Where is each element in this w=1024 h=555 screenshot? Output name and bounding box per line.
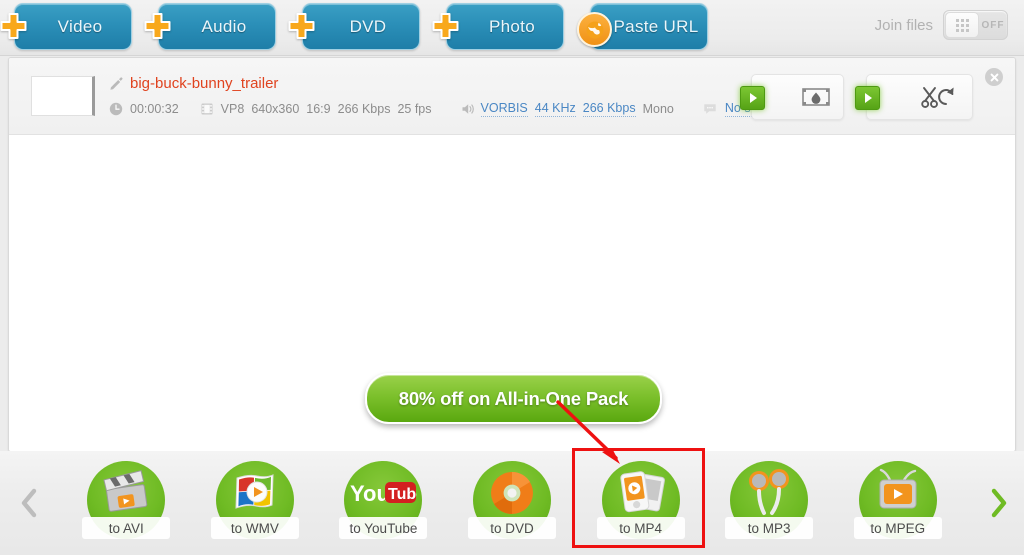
format-bar: to AVI to WMV You Tub to YouTube to DVD … — [0, 448, 1024, 555]
youtube-icon: You Tube — [345, 463, 421, 523]
windows-media-icon — [217, 463, 293, 523]
tv-icon — [860, 463, 936, 523]
add-media-button-group: Video Audio DVD Photo Paste URL — [0, 3, 708, 50]
format-item-mpeg[interactable]: to MPEG — [833, 457, 962, 549]
duration-value: 00:00:32 — [130, 102, 179, 116]
audio-bitrate-link[interactable]: 266 Kbps — [582, 101, 636, 117]
play-icon[interactable] — [740, 86, 765, 110]
disc-icon — [474, 463, 550, 523]
join-files-state: OFF — [981, 19, 1005, 31]
audio-rate-link[interactable]: 44 KHz — [534, 101, 576, 117]
join-files-control[interactable]: Join files OFF — [875, 10, 1008, 40]
speech-bubble-icon — [704, 104, 716, 114]
top-toolbar: Video Audio DVD Photo Paste URL Join fil… — [0, 0, 1024, 56]
speaker-icon — [462, 104, 474, 114]
trim-rotate-button[interactable] — [855, 74, 973, 120]
format-label: to MP3 — [725, 517, 814, 539]
prev-formats-button[interactable] — [12, 483, 46, 523]
join-files-toggle[interactable]: OFF — [943, 10, 1008, 40]
globe-icon — [577, 12, 612, 47]
add-video-button[interactable]: Video — [0, 3, 132, 50]
format-item-wmv[interactable]: to WMV — [191, 457, 320, 549]
format-item-dvd[interactable]: to DVD — [448, 457, 577, 549]
format-item-avi[interactable]: to AVI — [62, 457, 191, 549]
format-label: to DVD — [468, 517, 557, 539]
file-row-actions — [740, 74, 973, 120]
next-formats-button[interactable] — [982, 483, 1016, 523]
plus-icon — [431, 13, 460, 42]
play-icon[interactable] — [855, 86, 880, 110]
join-files-label: Join files — [874, 16, 933, 34]
fps-value: 25 fps — [397, 102, 432, 116]
plus-icon — [143, 13, 172, 42]
clock-icon — [109, 102, 123, 116]
file-meta-row: 00:00:32 VP8 640x360 16:9 266 Kbps 25 fp… — [109, 100, 791, 118]
add-video-label: Video — [57, 16, 103, 36]
format-item-mp4[interactable]: to MP4 — [572, 448, 706, 549]
clapperboard-icon — [88, 463, 164, 523]
paste-url-label: Paste URL — [613, 16, 699, 36]
effects-icon — [802, 88, 830, 106]
file-name-row: big-buck-bunny_trailer — [109, 72, 790, 94]
filmstrip-icon — [201, 103, 213, 115]
add-photo-button[interactable]: Photo — [432, 3, 564, 50]
video-codec-value: VP8 — [220, 102, 245, 116]
scissors-rotate-icon — [921, 87, 954, 108]
format-item-youtube[interactable]: You Tube to YouTube — [319, 457, 448, 549]
plus-icon — [0, 13, 28, 42]
promo-label: 80% off on All-in-One Pack — [398, 387, 629, 409]
video-bitrate-value: 266 Kbps — [337, 102, 391, 116]
audio-codec-link[interactable]: VORBIS — [480, 101, 528, 117]
add-audio-button[interactable]: Audio — [144, 3, 276, 50]
plus-icon — [287, 13, 316, 42]
format-label: to MPEG — [853, 517, 942, 539]
paste-url-button[interactable]: Paste URL — [577, 3, 708, 50]
file-row[interactable]: big-buck-bunny_trailer 00:00:32 VP8 640x… — [9, 58, 1015, 135]
remove-file-button[interactable] — [985, 68, 1003, 86]
mp4-player-icon — [603, 463, 679, 523]
audio-track-group[interactable]: VORBIS 44 KHz 266 Kbps Mono — [461, 101, 674, 117]
svg-text:Tube: Tube — [388, 486, 417, 503]
add-photo-label: Photo — [489, 16, 535, 36]
svg-text:You: You — [350, 481, 390, 506]
format-list: to AVI to WMV You Tub to YouTube to DVD … — [62, 448, 962, 555]
format-label: to YouTube — [339, 517, 428, 539]
add-dvd-label: DVD — [349, 16, 387, 36]
audio-channels-value: Mono — [642, 102, 674, 116]
grid-icon — [945, 12, 979, 38]
app-window: Video Audio DVD Photo Paste URL Join fil… — [0, 0, 1024, 555]
format-label: to MP4 — [596, 517, 685, 539]
add-dvd-button[interactable]: DVD — [288, 3, 420, 50]
effects-button[interactable] — [740, 74, 844, 120]
aspect-value: 16:9 — [306, 102, 331, 116]
add-audio-label: Audio — [201, 16, 247, 36]
file-info: big-buck-bunny_trailer 00:00:32 VP8 640x… — [109, 72, 791, 118]
format-label: to AVI — [82, 517, 171, 539]
promo-banner[interactable]: 80% off on All-in-One Pack — [365, 373, 662, 424]
format-item-mp3[interactable]: to MP3 — [705, 457, 834, 549]
earbuds-icon — [731, 463, 807, 523]
pencil-icon[interactable] — [109, 76, 123, 90]
format-label: to WMV — [210, 517, 299, 539]
file-name[interactable]: big-buck-bunny_trailer — [130, 75, 278, 92]
resolution-value: 640x360 — [251, 102, 300, 116]
video-thumbnail — [31, 76, 95, 116]
